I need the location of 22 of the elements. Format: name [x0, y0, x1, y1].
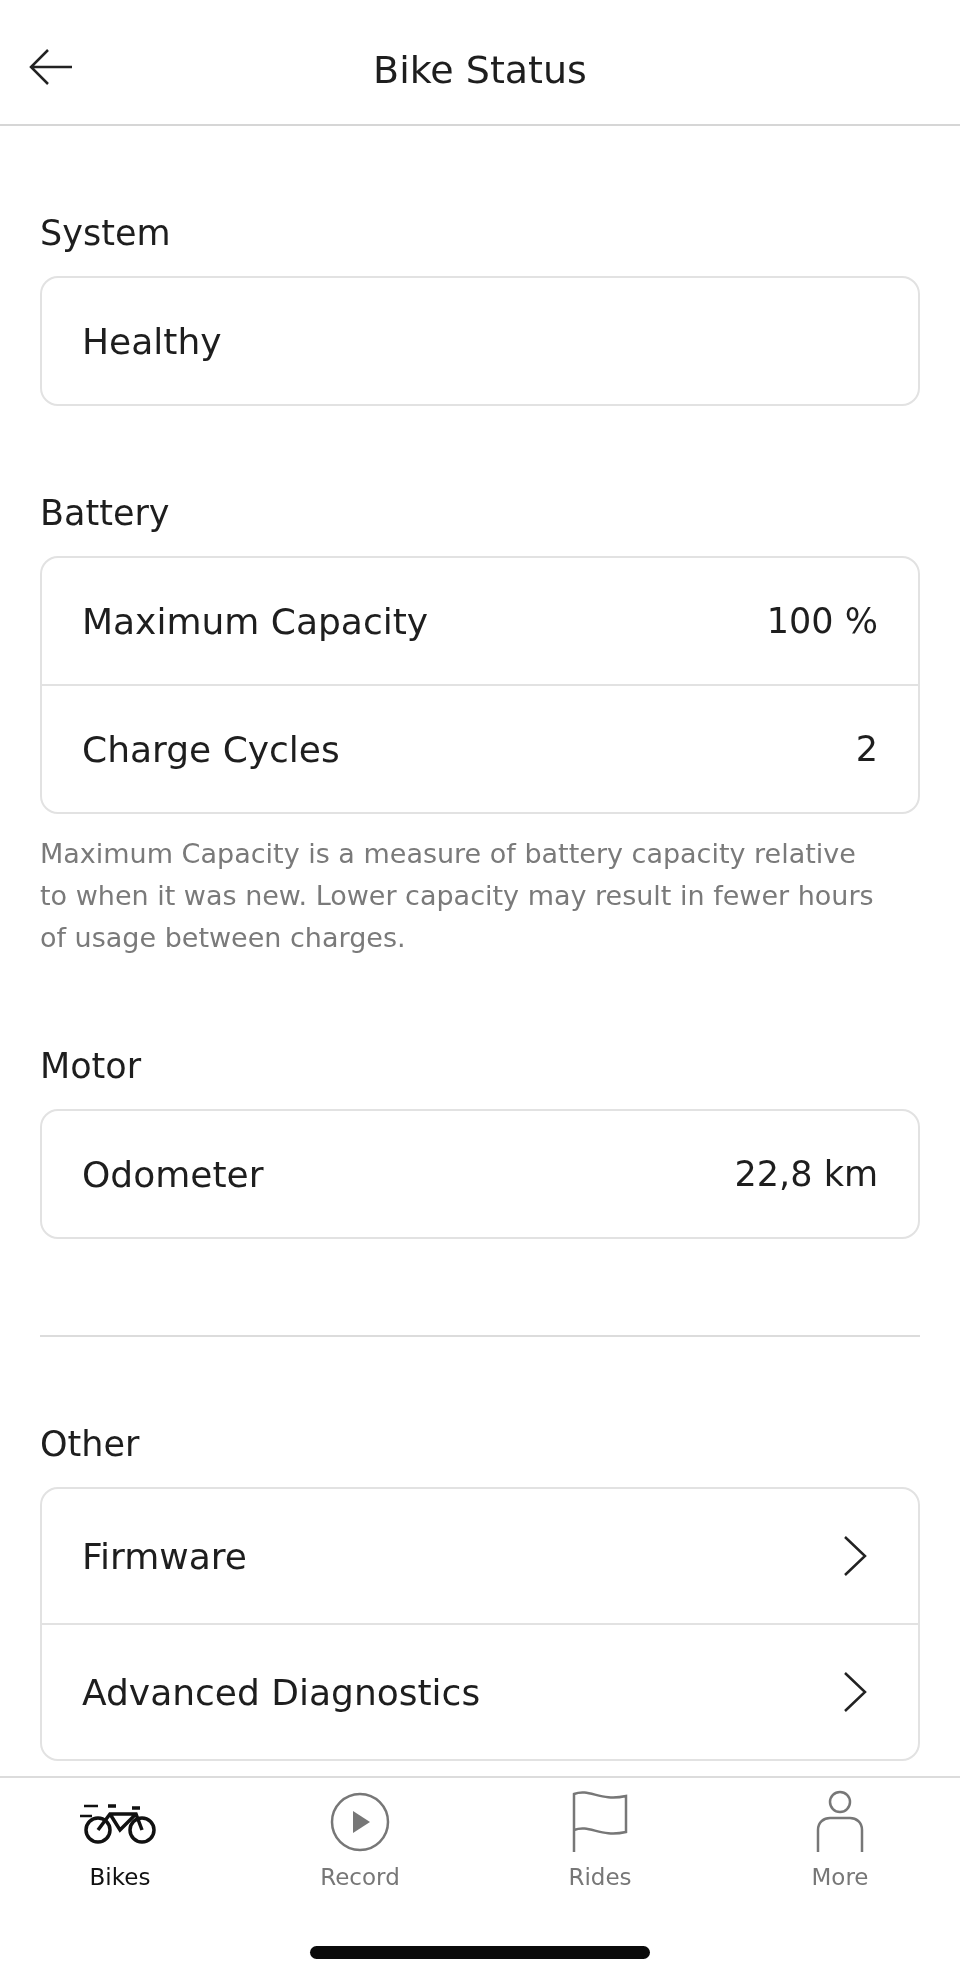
section-heading: System	[40, 212, 172, 255]
section-heading: Other	[40, 1423, 141, 1466]
row-label: Charge Cycles	[82, 728, 340, 770]
chevron-icon	[842, 1670, 868, 1714]
row-value: 100 %	[766, 601, 878, 641]
section-heading: Motor	[40, 1045, 143, 1088]
status-text: Healthy	[82, 320, 222, 362]
chevron-icon	[842, 1534, 868, 1578]
tab[interactable]: Bikes	[0, 1790, 240, 1890]
battery-note: Maximum Capacity is a measure of battery capacity relative to when it was new. Lower capacity may result in fewer hours of usage between charges.	[40, 837, 875, 955]
tab[interactable]: Record	[240, 1790, 480, 1890]
list-item[interactable]: Firmware	[42, 1489, 918, 1623]
back-icon[interactable]	[28, 48, 74, 86]
page-title: Bike Status	[373, 48, 587, 92]
row-label: Odometer	[82, 1153, 264, 1195]
tab[interactable]: More	[720, 1790, 960, 1890]
row-value: 22,8 km	[734, 1154, 878, 1194]
section-heading: Battery	[40, 492, 171, 535]
tab[interactable]: Rides	[480, 1790, 720, 1890]
list-item[interactable]: Advanced Diagnostics	[42, 1623, 918, 1759]
row-label: Maximum Capacity	[82, 600, 429, 642]
row-value: 2	[855, 729, 878, 769]
